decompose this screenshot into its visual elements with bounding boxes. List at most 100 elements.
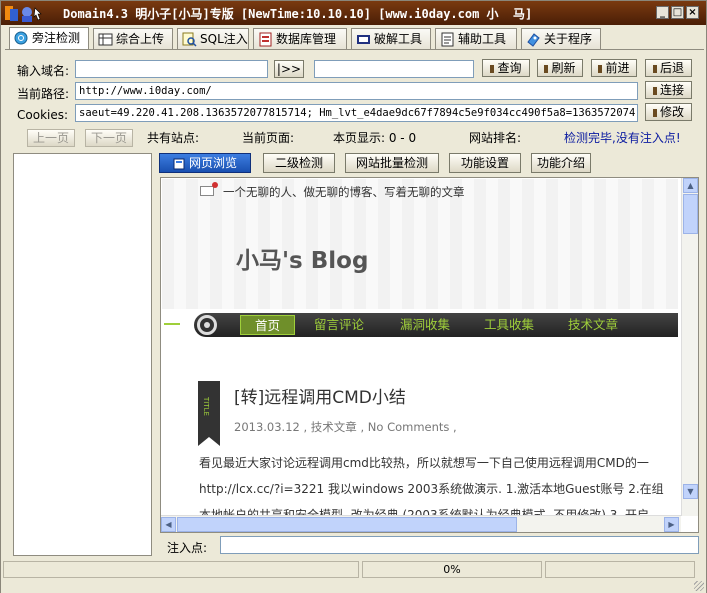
post-meta: 2013.03.12 , 技术文章 , No Comments , <box>234 420 457 434</box>
page-display-label: 本页显示: 0 - 0 <box>333 131 417 145</box>
tab-label: 辅助工具 <box>458 32 507 46</box>
about-icon <box>527 33 540 47</box>
webpage-content: 一个无聊的人、做无聊的博客、写着无聊的文章 小马's Blog 首页 留言评论 … <box>162 179 678 515</box>
forward-button[interactable]: 前进 <box>591 59 637 77</box>
vertical-scroll-thumb[interactable] <box>683 194 698 234</box>
globe-search-icon <box>14 31 28 45</box>
scroll-left-icon[interactable]: ◀ <box>161 517 176 532</box>
sql-search-icon <box>182 32 197 47</box>
injection-label: 注入点: <box>167 541 208 555</box>
post-title[interactable]: [转]远程调用CMD小结 <box>234 383 406 408</box>
main-tabs: 旁注检测 综合上传 SQL注入 数据库管理 破解工具 辅助工具 关于程序 <box>5 27 705 50</box>
post-paragraph: http://lcx.cc/?i=3221 我以windows 2003系统做演… <box>199 482 664 496</box>
nav-tools-link[interactable]: 工具收集 <box>470 315 548 335</box>
button-marker-icon <box>652 86 657 95</box>
database-icon <box>259 32 272 47</box>
blog-tagline: 一个无聊的人、做无聊的博客、写着无聊的文章 <box>223 185 465 199</box>
status-message: 检测完毕,没有注入点! <box>564 131 681 145</box>
query-label: 查询 <box>497 61 522 75</box>
main-window: Domain4.3 明小子[小马]专版 [NewTime:10.10.10] [… <box>0 0 707 593</box>
tab-label: 破解工具 <box>374 32 423 46</box>
nav-home-link[interactable]: 首页 <box>240 315 296 335</box>
browse-page-icon <box>173 158 185 169</box>
back-button[interactable]: 后退 <box>645 59 692 77</box>
secondary-input[interactable] <box>314 60 474 78</box>
blog-title[interactable]: 小马's Blog <box>236 241 368 275</box>
settings-button[interactable]: 功能设置 <box>449 153 521 173</box>
title-bar[interactable]: Domain4.3 明小子[小马]专版 [NewTime:10.10.10] [… <box>1 1 706 25</box>
scroll-right-icon[interactable]: ▶ <box>664 517 679 532</box>
button-marker-icon <box>544 64 549 73</box>
tab-divider <box>5 49 704 50</box>
path-label: 当前路径: <box>17 87 70 101</box>
web-browse-button[interactable]: 网页浏览 <box>159 153 251 173</box>
cookies-input[interactable]: saeut=49.220.41.208.1363572077815714; Hm… <box>75 104 638 122</box>
next-page-button[interactable]: 下一页 <box>85 129 133 147</box>
tab-about[interactable]: 关于程序 <box>521 28 601 50</box>
status-segment <box>545 561 695 578</box>
sites-count-label: 共有站点: <box>147 131 200 145</box>
tab-helper-tools[interactable]: 辅助工具 <box>435 28 517 50</box>
second-check-button[interactable]: 二级检测 <box>263 153 335 173</box>
query-button[interactable]: 查询 <box>482 59 530 77</box>
tab-label: 数据库管理 <box>276 32 337 46</box>
nav-guestbook-link[interactable]: 留言评论 <box>300 315 378 335</box>
go-button[interactable]: |>> <box>274 60 304 78</box>
intro-button[interactable]: 功能介绍 <box>531 153 591 173</box>
refresh-button[interactable]: 刷新 <box>537 59 583 77</box>
tab-database[interactable]: 数据库管理 <box>253 28 347 50</box>
resize-grip-icon[interactable] <box>694 581 704 591</box>
current-page-label: 当前页面: <box>242 131 295 145</box>
helper-tool-icon <box>441 32 454 47</box>
ribbon-text: TITLE <box>202 397 210 416</box>
window-title: Domain4.3 明小子[小马]专版 [NewTime:10.10.10] [… <box>63 7 533 21</box>
tab-label: SQL注入 <box>200 32 248 46</box>
button-marker-icon <box>652 108 657 117</box>
horizontal-scrollbar[interactable]: ◀ ▶ <box>161 515 681 532</box>
connect-label: 连接 <box>659 83 684 97</box>
cookies-label: Cookies: <box>17 108 69 122</box>
tab-crack-tools[interactable]: 破解工具 <box>351 28 431 50</box>
web-browse-label: 网页浏览 <box>188 156 237 170</box>
nav-vuln-link[interactable]: 漏洞收集 <box>386 315 464 335</box>
nav-articles-link[interactable]: 技术文章 <box>554 315 632 335</box>
post-paragraph: 看见最近大家讨论远程调用cmd比较热，所以就想写一下自己使用远程调用CMD的一 <box>199 456 649 470</box>
forward-label: 前进 <box>605 61 630 75</box>
tab-side-check[interactable]: 旁注检测 <box>9 27 89 50</box>
horizontal-scroll-thumb[interactable] <box>177 517 517 532</box>
modify-label: 修改 <box>659 105 684 119</box>
button-marker-icon <box>598 64 603 73</box>
domain-input[interactable] <box>75 60 268 78</box>
batch-check-button[interactable]: 网站批量检测 <box>345 153 439 173</box>
status-segment <box>3 561 359 578</box>
tab-label: 综合上传 <box>116 32 165 46</box>
maximize-button[interactable]: □ <box>671 6 684 19</box>
tab-label: 关于程序 <box>544 32 593 46</box>
tab-sql-injection[interactable]: SQL注入 <box>177 28 249 50</box>
vertical-scrollbar[interactable]: ▲ ▼ <box>681 178 698 516</box>
site-list-panel[interactable] <box>13 153 152 556</box>
blog-nav-bar: 首页 留言评论 漏洞收集 工具收集 技术文章 <box>194 313 678 337</box>
upload-table-icon <box>98 33 113 46</box>
close-button[interactable]: × <box>686 6 699 19</box>
modify-button[interactable]: 修改 <box>645 103 692 121</box>
prev-page-button[interactable]: 上一页 <box>27 129 75 147</box>
domain-label: 输入域名: <box>17 64 70 78</box>
tab-upload[interactable]: 综合上传 <box>93 28 173 50</box>
tab-label: 旁注检测 <box>32 31 81 45</box>
nav-circle-icon <box>197 315 217 335</box>
minimize-button[interactable]: _ <box>656 6 669 19</box>
scroll-down-icon[interactable]: ▼ <box>683 484 698 499</box>
crack-tool-icon <box>357 35 370 44</box>
web-browser-view[interactable]: 一个无聊的人、做无聊的博客、写着无聊的文章 小马's Blog 首页 留言评论 … <box>160 177 699 533</box>
app-logo-icon <box>5 6 42 22</box>
injection-input[interactable] <box>220 536 699 554</box>
connect-button[interactable]: 连接 <box>645 81 692 99</box>
title-ribbon-icon: TITLE <box>198 381 220 446</box>
post-paragraph: 本地帐户的共享和安全模型, 改为经典 (2003系统默认为经典模式, 不用修改)… <box>199 508 650 515</box>
refresh-label: 刷新 <box>551 61 576 75</box>
back-label: 后退 <box>659 61 684 75</box>
path-input[interactable]: http://www.i0day.com/ <box>75 82 638 100</box>
scroll-up-icon[interactable]: ▲ <box>683 178 698 193</box>
progress-text: 0% <box>362 561 542 578</box>
